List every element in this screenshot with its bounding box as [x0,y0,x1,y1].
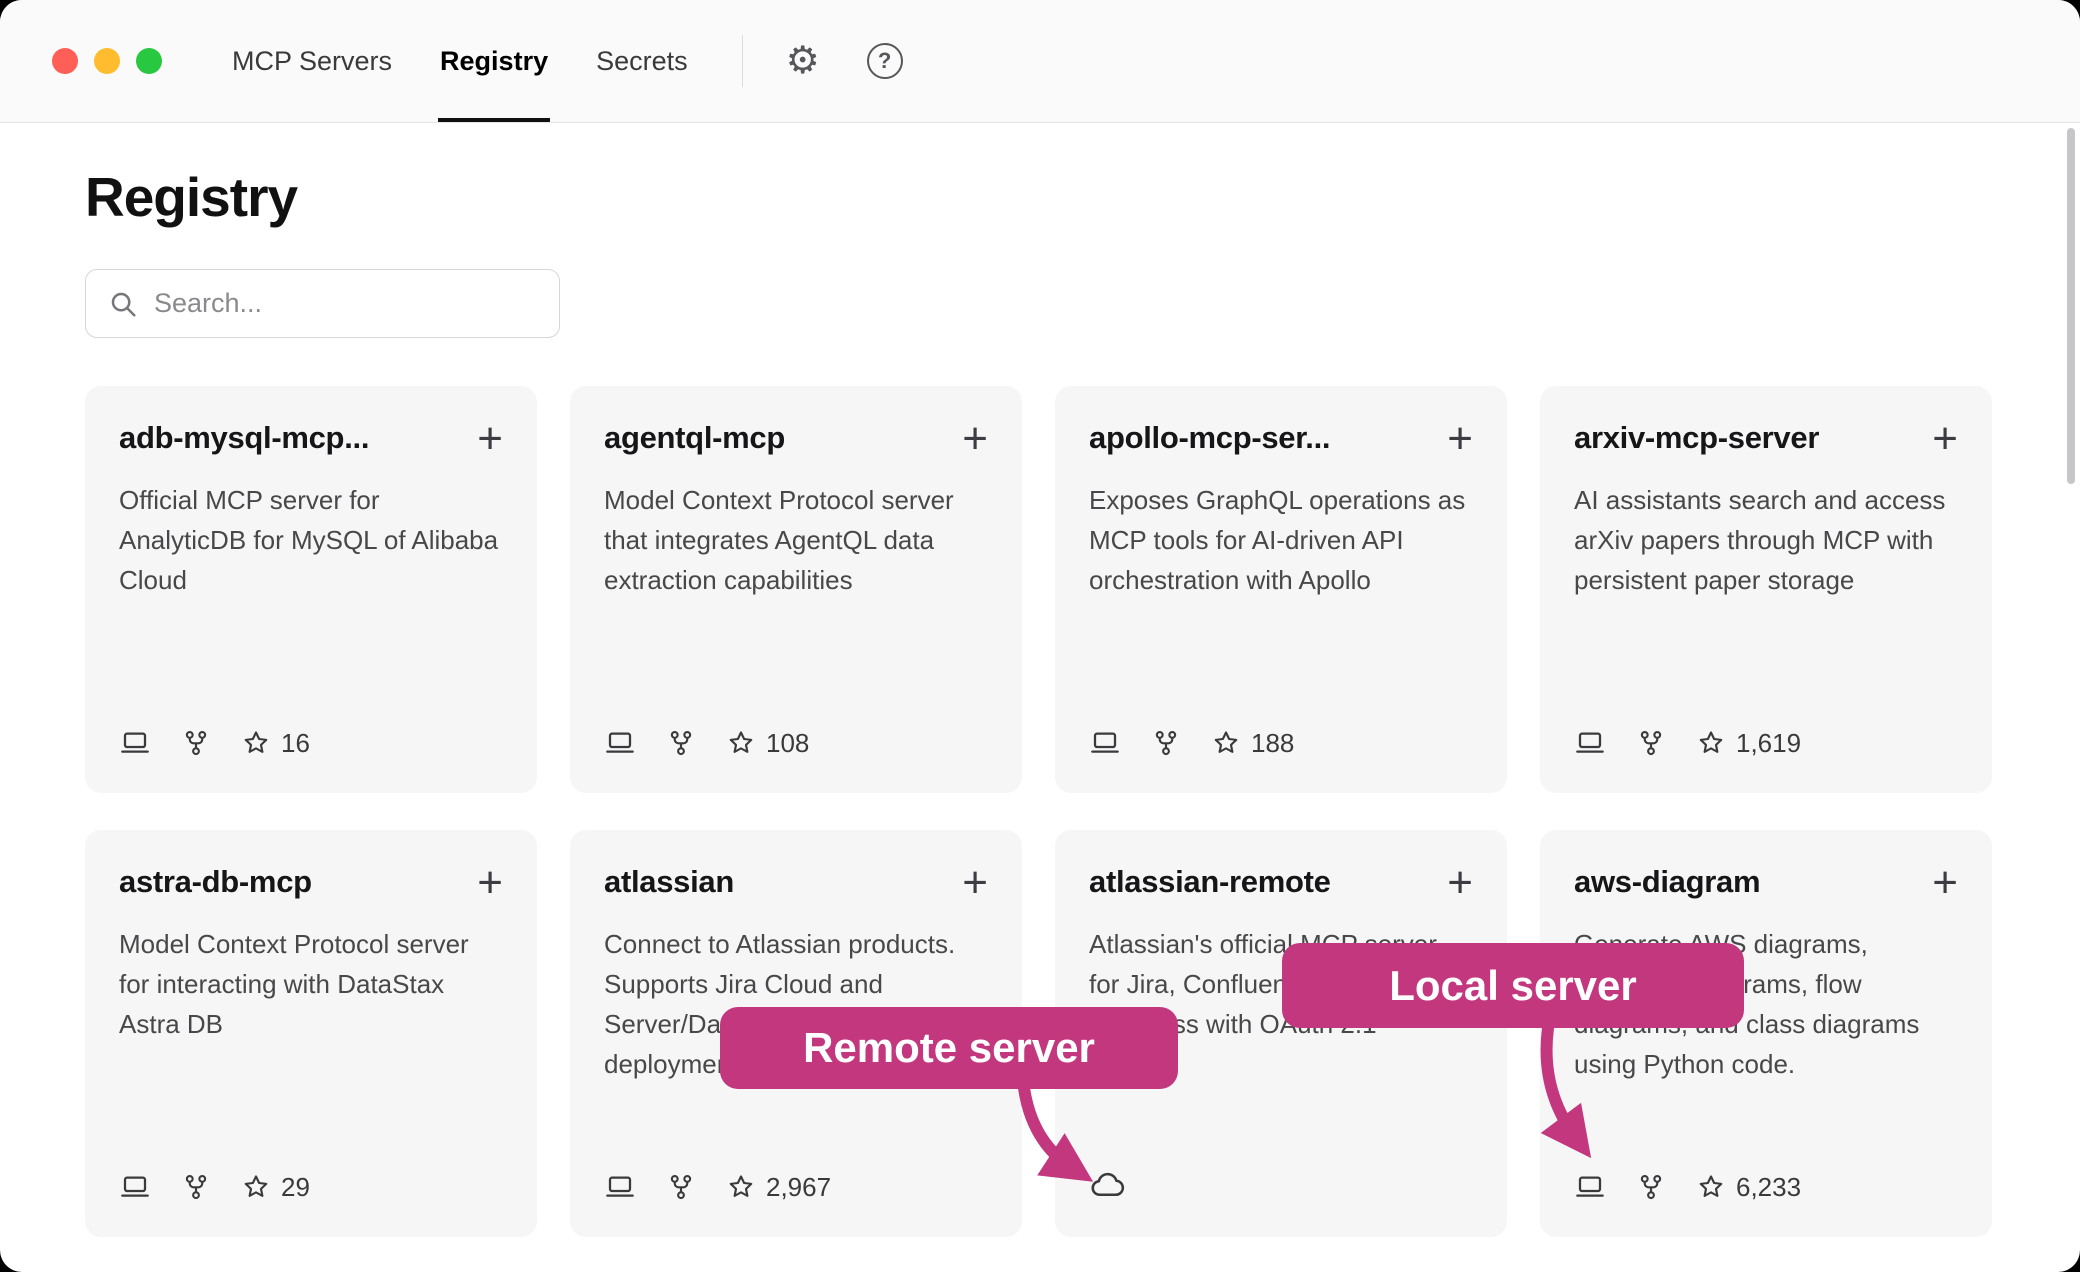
git-fork-icon [666,728,696,758]
star-icon [1211,728,1241,758]
add-server-button[interactable]: + [1932,422,1958,455]
help-icon: ? [867,43,903,79]
star-icon [726,1172,756,1202]
server-description: Exposes GraphQL operations as MCP tools … [1089,480,1473,727]
add-server-button[interactable]: + [1447,866,1473,899]
laptop-icon [1089,727,1121,759]
server-grid: adb-mysql-mcp... + Official MCP server f… [85,386,1992,1237]
card-agentql-mcp[interactable]: agentql-mcp + Model Context Protocol ser… [570,386,1022,793]
minimize-window-button[interactable] [94,48,120,74]
laptop-icon [119,727,151,759]
laptop-icon [604,1171,636,1203]
laptop-icon [604,727,636,759]
add-server-button[interactable]: + [477,866,503,899]
git-fork-icon [1151,728,1181,758]
laptop-icon [119,1171,151,1203]
server-name: astra-db-mcp [119,864,312,900]
star-icon [1696,1172,1726,1202]
tab-registry[interactable]: Registry [416,0,572,122]
cloud-icon [1089,1167,1125,1203]
add-server-button[interactable]: + [1932,866,1958,899]
search-icon [108,289,138,319]
git-fork-icon [1636,728,1666,758]
star-count: 29 [281,1172,310,1203]
zoom-window-button[interactable] [136,48,162,74]
settings-button[interactable]: ⚙ [781,39,825,83]
card-arxiv-mcp-server[interactable]: arxiv-mcp-server + AI assistants search … [1540,386,1992,793]
git-fork-icon [666,1172,696,1202]
git-fork-icon [181,728,211,758]
search-input[interactable] [154,288,537,319]
server-name: adb-mysql-mcp... [119,420,369,456]
star-icon [241,1172,271,1202]
star-count: 16 [281,728,310,759]
star-count: 1,619 [1736,728,1801,759]
app-window: MCP Servers Registry Secrets ⚙ ? Registr… [0,0,2080,1272]
remote-server-callout: Remote server [720,1007,1178,1089]
star-count: 108 [766,728,809,759]
help-button[interactable]: ? [863,39,907,83]
server-description: Model Context Protocol server that integ… [604,480,988,727]
add-server-button[interactable]: + [1447,422,1473,455]
card-aws-diagram[interactable]: aws-diagram + Generate AWS diagrams, seq… [1540,830,1992,1237]
laptop-icon [1574,727,1606,759]
server-name: apollo-mcp-ser... [1089,420,1330,456]
traffic-lights [52,48,162,74]
server-description: Model Context Protocol server for intera… [119,924,503,1171]
tab-mcp-servers[interactable]: MCP Servers [208,0,416,122]
server-name: aws-diagram [1574,864,1760,900]
server-name: atlassian [604,864,734,900]
tab-secrets[interactable]: Secrets [572,0,712,122]
search-box [85,269,560,338]
card-apollo-mcp-server[interactable]: apollo-mcp-ser... + Exposes GraphQL oper… [1055,386,1507,793]
add-server-button[interactable]: + [477,422,503,455]
star-count: 2,967 [766,1172,831,1203]
close-window-button[interactable] [52,48,78,74]
page-title: Registry [85,165,1992,229]
toolbar: MCP Servers Registry Secrets ⚙ ? [0,0,2080,123]
server-description: AI assistants search and access arXiv pa… [1574,480,1958,727]
laptop-icon [1574,1171,1606,1203]
star-count: 188 [1251,728,1294,759]
gear-icon: ⚙ [786,42,820,80]
add-server-button[interactable]: + [962,422,988,455]
server-name: agentql-mcp [604,420,785,456]
card-adb-mysql-mcp[interactable]: adb-mysql-mcp... + Official MCP server f… [85,386,537,793]
star-icon [241,728,271,758]
toolbar-divider [742,35,743,87]
git-fork-icon [1636,1172,1666,1202]
vertical-scrollbar[interactable] [2067,128,2075,484]
add-server-button[interactable]: + [962,866,988,899]
card-astra-db-mcp[interactable]: astra-db-mcp + Model Context Protocol se… [85,830,537,1237]
server-name: arxiv-mcp-server [1574,420,1819,456]
local-server-callout: Local server [1282,943,1744,1028]
star-count: 6,233 [1736,1172,1801,1203]
server-name: atlassian-remote [1089,864,1331,900]
server-description: Official MCP server for AnalyticDB for M… [119,480,503,727]
star-icon [1696,728,1726,758]
git-fork-icon [181,1172,211,1202]
star-icon [726,728,756,758]
main-nav: MCP Servers Registry Secrets [208,0,712,122]
